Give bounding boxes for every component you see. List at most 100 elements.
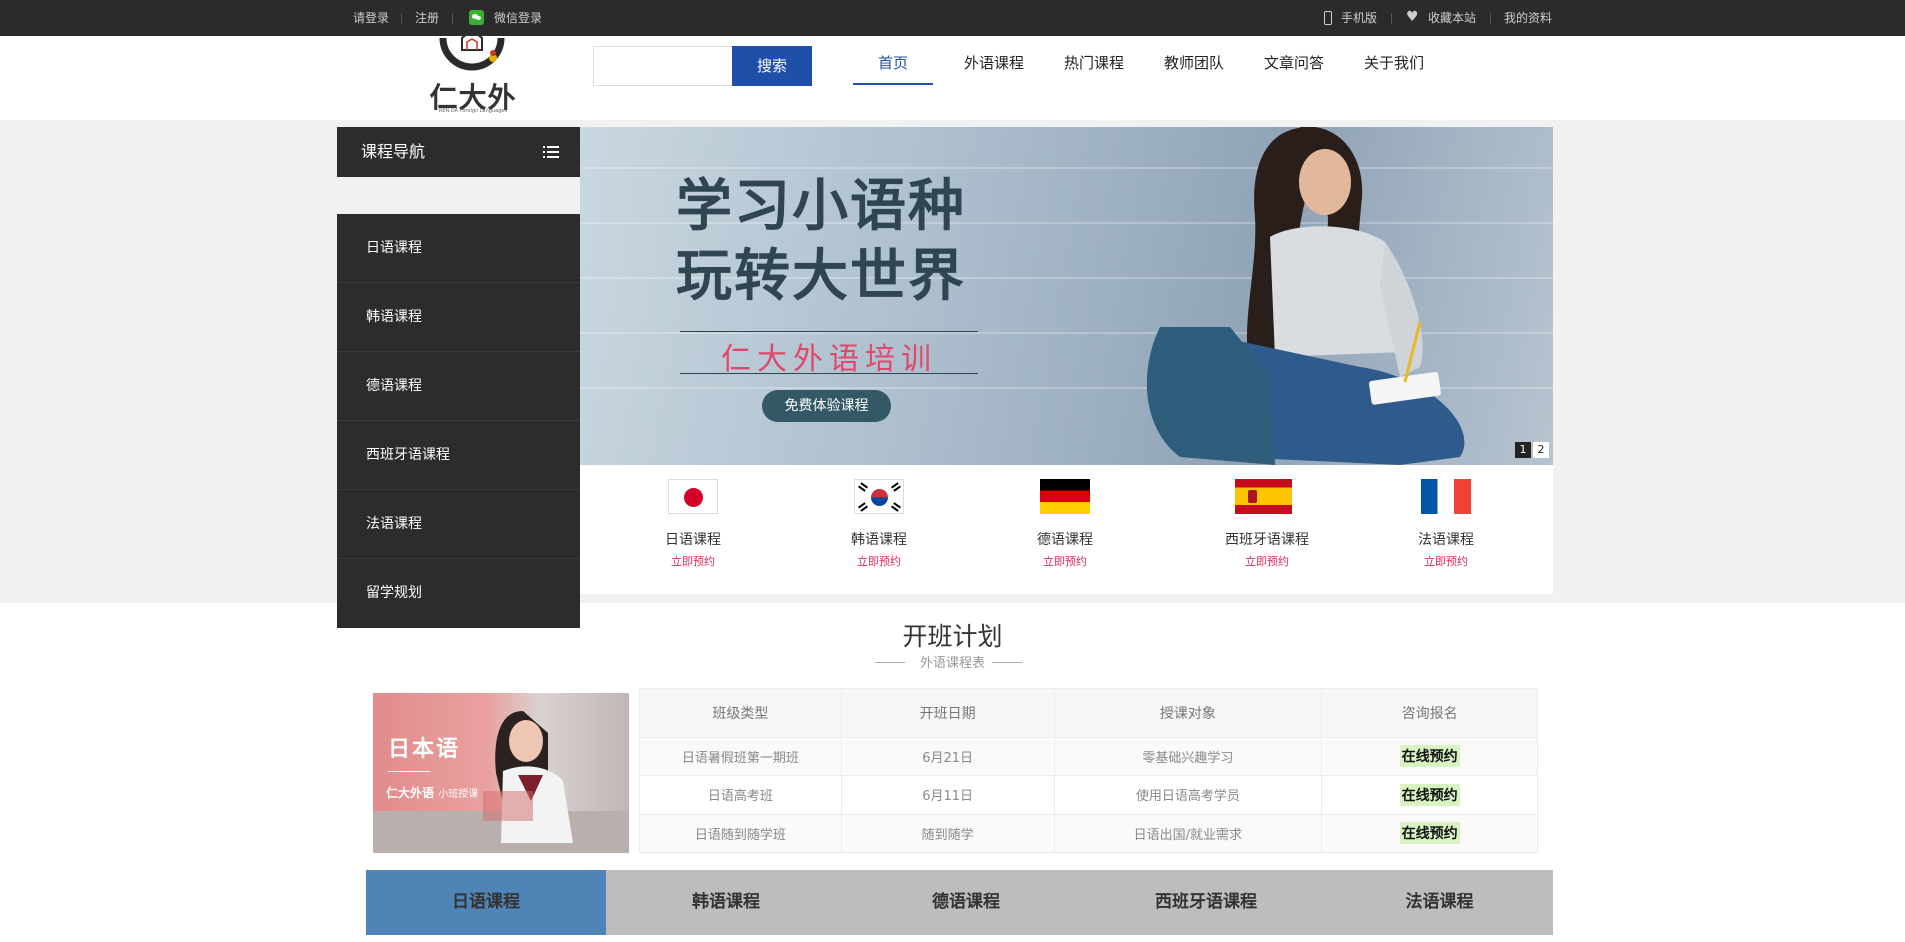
- language-flags-row: 日语课程 立即预约 韩语课程 立即预约 德语课程 立即预约 西班牙语课程 立即预…: [580, 465, 1553, 594]
- online-booking-link[interactable]: 在线预约: [1399, 745, 1460, 768]
- korea-flag-icon: [854, 479, 904, 514]
- language-card-title: 韩语课程: [851, 532, 907, 548]
- table-row: 日语随到随学班 随到随学 日语出国/就业需求 在线预约: [639, 814, 1538, 854]
- sidebar-item-japanese[interactable]: 日语课程: [337, 214, 580, 283]
- header: [0, 36, 1905, 120]
- language-card-korean[interactable]: 韩语课程 立即预约: [809, 465, 949, 594]
- logo[interactable]: 仁大外语 REN DA Foreign Languages: [418, 34, 528, 154]
- start-date-cell: 6月21日: [841, 737, 1055, 777]
- free-trial-button[interactable]: 免费体验课程: [762, 390, 891, 422]
- divider: [401, 13, 402, 24]
- audience-cell: 零基础兴趣学习: [1054, 737, 1323, 777]
- divider: [680, 373, 978, 374]
- sidebar-item-spanish[interactable]: 西班牙语课程: [337, 421, 580, 490]
- course-tabs: 日语课程 韩语课程 德语课程 西班牙语课程 法语课程: [366, 870, 1553, 935]
- divider: [452, 13, 453, 24]
- language-card-spanish[interactable]: 西班牙语课程 立即预约: [1197, 465, 1337, 594]
- table-row: 日语高考班 6月11日 使用日语高考学员 在线预约: [639, 775, 1538, 815]
- divider: [680, 331, 978, 332]
- start-date-cell: 6月11日: [841, 775, 1055, 815]
- sidebar-item-german[interactable]: 德语课程: [337, 352, 580, 421]
- banner-slogan-1: 学习小语种: [676, 174, 966, 239]
- search-input[interactable]: [593, 46, 733, 86]
- nav-articles[interactable]: 文章问答: [1264, 52, 1324, 80]
- book-now-link[interactable]: 立即预约: [995, 553, 1135, 569]
- divider: [992, 662, 1022, 663]
- student-photo: [1146, 127, 1465, 465]
- wechat-login-link[interactable]: 微信登录: [494, 0, 542, 36]
- logo-subtitle: REN DA Foreign Languages: [438, 108, 508, 114]
- nav-home[interactable]: 首页: [878, 52, 908, 80]
- enroll-cell: 在线预约: [1321, 737, 1538, 777]
- class-schedule-table: 班级类型 开班日期 授课对象 咨询报名 日语暑假班第一期班 6月21日 零基础兴…: [639, 688, 1538, 854]
- login-link[interactable]: 请登录: [353, 0, 389, 36]
- banner-brand: 仁大外语培训: [721, 342, 937, 377]
- tab-korean[interactable]: 韩语课程: [606, 870, 846, 935]
- sidebar-item-korean[interactable]: 韩语课程: [337, 283, 580, 352]
- promo-brand-name: 仁大外语: [386, 786, 435, 800]
- nav-about[interactable]: 关于我们: [1364, 52, 1424, 80]
- tab-french[interactable]: 法语课程: [1326, 870, 1553, 935]
- column-header: 班级类型: [639, 688, 842, 738]
- promo-brand: 仁大外语 小班授课: [386, 784, 478, 801]
- slide-dot-1[interactable]: 1: [1515, 442, 1531, 458]
- tab-german[interactable]: 德语课程: [846, 870, 1086, 935]
- nav-teachers[interactable]: 教师团队: [1164, 52, 1224, 80]
- promo-brand-tagline: 小班授课: [438, 789, 479, 800]
- sidebar-title: 课程导航: [361, 142, 426, 161]
- mobile-link[interactable]: 手机版: [1341, 0, 1377, 36]
- mobile-icon: [1324, 11, 1332, 25]
- sidebar-header: 课程导航: [337, 127, 580, 177]
- japanese-promo-image[interactable]: 日本语 仁大外语 小班授课: [373, 693, 629, 853]
- enroll-cell: 在线预约: [1321, 775, 1538, 815]
- book-now-link[interactable]: 立即预约: [1197, 553, 1337, 569]
- germany-flag-icon: [1040, 479, 1090, 514]
- register-link[interactable]: 注册: [415, 0, 439, 36]
- logo-emblem-icon: [439, 34, 505, 71]
- language-card-title: 日语课程: [665, 532, 721, 548]
- book-now-link[interactable]: 立即预约: [1376, 553, 1516, 569]
- language-card-german[interactable]: 德语课程 立即预约: [995, 465, 1135, 594]
- nav-foreign-courses[interactable]: 外语课程: [964, 52, 1024, 80]
- france-flag-icon: [1421, 479, 1471, 514]
- divider: [1391, 13, 1392, 24]
- language-card-title: 西班牙语课程: [1225, 532, 1309, 548]
- banner-slogan-2: 玩转大世界: [676, 244, 966, 309]
- book-now-link[interactable]: 立即预约: [809, 553, 949, 569]
- online-booking-link[interactable]: 在线预约: [1399, 783, 1460, 806]
- book-now-link[interactable]: 立即预约: [623, 553, 763, 569]
- tab-spanish[interactable]: 西班牙语课程: [1086, 870, 1326, 935]
- language-card-title: 法语课程: [1418, 532, 1474, 548]
- my-profile-link[interactable]: 我的资料: [1504, 0, 1552, 36]
- enroll-cell: 在线预约: [1321, 814, 1538, 854]
- table-row: 日语暑假班第一期班 6月21日 零基础兴趣学习 在线预约: [639, 737, 1538, 777]
- column-header: 开班日期: [841, 688, 1055, 738]
- nav-active-indicator: [853, 83, 933, 85]
- language-card-french[interactable]: 法语课程 立即预约: [1376, 465, 1516, 594]
- language-card-title: 德语课程: [1037, 532, 1093, 548]
- hero-banner[interactable]: 学习小语种 玩转大世界 仁大外语培训 免费体验课程 1 2: [580, 127, 1553, 465]
- search-button[interactable]: 搜索: [732, 46, 812, 86]
- top-bar: 请登录 注册 微信登录 手机版 ♥ 收藏本站 我的资料: [0, 0, 1905, 36]
- tab-japanese[interactable]: 日语课程: [366, 870, 606, 935]
- class-type-cell: 日语高考班: [639, 775, 842, 815]
- divider: [1490, 13, 1491, 24]
- student-photo: [373, 711, 629, 853]
- wechat-icon: [469, 10, 484, 25]
- list-icon[interactable]: [543, 146, 559, 158]
- class-type-cell: 日语暑假班第一期班: [639, 737, 842, 777]
- slide-dot-2[interactable]: 2: [1533, 442, 1549, 458]
- column-header: 授课对象: [1054, 688, 1323, 738]
- column-header: 咨询报名: [1321, 688, 1538, 738]
- table-header-row: 班级类型 开班日期 授课对象 咨询报名: [639, 688, 1538, 738]
- sidebar-item-french[interactable]: 法语课程: [337, 490, 580, 559]
- nav-hot-courses[interactable]: 热门课程: [1064, 52, 1124, 80]
- heart-icon: ♥: [1406, 9, 1419, 25]
- online-booking-link[interactable]: 在线预约: [1399, 822, 1460, 845]
- sidebar-menu: 日语课程 韩语课程 德语课程 西班牙语课程 法语课程 留学规划: [337, 214, 580, 628]
- promo-title: 日本语: [388, 737, 461, 762]
- audience-cell: 使用日语高考学员: [1054, 775, 1323, 815]
- favorite-link[interactable]: 收藏本站: [1428, 0, 1476, 36]
- audience-cell: 日语出国/就业需求: [1054, 814, 1323, 854]
- language-card-japanese[interactable]: 日语课程 立即预约: [623, 465, 763, 594]
